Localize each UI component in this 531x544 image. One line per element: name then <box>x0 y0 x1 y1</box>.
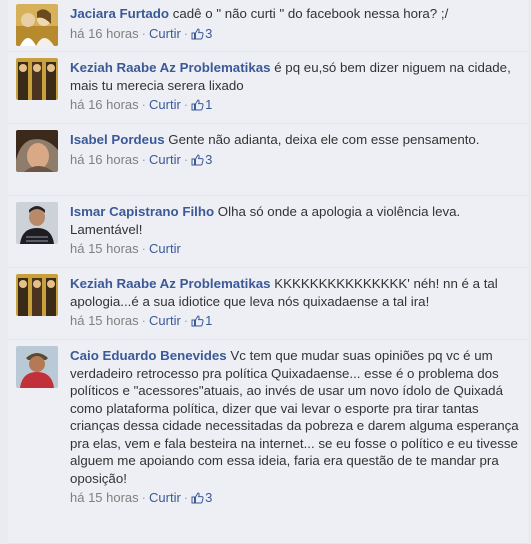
comment-author-link[interactable]: Keziah Raabe Az Problematikas <box>70 276 271 291</box>
avatar[interactable] <box>16 130 58 172</box>
user-photo-icon <box>16 58 58 100</box>
comment-timestamp[interactable]: há 16 horas <box>70 97 139 112</box>
like-link[interactable]: Curtir <box>149 26 181 41</box>
like-link[interactable]: Curtir <box>149 490 181 505</box>
comment-meta: há 15 horas · Curtir <box>70 240 520 258</box>
comment-meta: há 16 horas · Curtir · 1 <box>70 96 520 114</box>
like-link[interactable]: Curtir <box>149 152 181 167</box>
thumbs-up-icon <box>191 99 204 111</box>
avatar[interactable] <box>16 346 58 388</box>
like-count[interactable]: 3 <box>191 26 212 41</box>
comment-author-link[interactable]: Isabel Pordeus <box>70 132 165 147</box>
user-photo-icon <box>16 274 58 316</box>
comment-text: Gente não adianta, deixa ele com esse pe… <box>168 132 480 147</box>
avatar[interactable] <box>16 4 58 46</box>
user-photo-icon <box>16 4 58 46</box>
separator-dot: · <box>183 313 189 328</box>
comment-timestamp[interactable]: há 15 horas <box>70 490 139 505</box>
user-photo-icon <box>16 202 58 244</box>
user-photo-icon <box>16 130 58 172</box>
user-photo-icon <box>16 346 58 388</box>
thumbs-up-icon <box>191 153 204 165</box>
separator-dot: · <box>183 25 189 41</box>
like-count[interactable]: 1 <box>191 97 212 112</box>
comment-timestamp[interactable]: há 15 horas <box>70 313 139 328</box>
like-link[interactable]: Curtir <box>149 313 181 328</box>
comment-item: Keziah Raabe Az Problematikas é pq eu,só… <box>8 52 528 124</box>
comment-text: Vc tem que mudar suas opiniões pq vc é u… <box>70 348 519 486</box>
comment-item: Isabel Pordeus Gente não adianta, deixa … <box>8 124 528 196</box>
like-link[interactable]: Curtir <box>149 97 181 112</box>
comment-item: Keziah Raabe Az Problematikas KKKKKKKKKK… <box>8 268 528 340</box>
comment-author-link[interactable]: Ismar Capistrano Filho <box>70 204 214 219</box>
comment-meta: há 16 horas · Curtir · 3 <box>70 151 520 169</box>
comment-text: cadê o " não curti " do facebook nessa h… <box>172 6 449 21</box>
thumbs-up-icon <box>191 315 204 327</box>
comment-timestamp[interactable]: há 16 horas <box>70 152 139 167</box>
separator-dot: · <box>141 25 147 41</box>
avatar[interactable] <box>16 202 58 244</box>
like-count[interactable]: 3 <box>191 490 212 505</box>
comment-author-link[interactable]: Caio Eduardo Benevides <box>70 348 227 363</box>
separator-dot: · <box>141 151 147 167</box>
comment-timestamp[interactable]: há 15 horas <box>70 241 139 256</box>
like-count[interactable]: 1 <box>191 313 212 328</box>
avatar[interactable] <box>16 274 58 316</box>
comment-list: Jaciara Furtado cadê o " não curti " do … <box>0 0 531 544</box>
comment-item: Caio Eduardo Benevides Vc tem que mudar … <box>8 340 528 544</box>
separator-dot: · <box>183 490 189 505</box>
separator-dot: · <box>141 97 147 112</box>
comment-item: Jaciara Furtado cadê o " não curti " do … <box>8 0 528 52</box>
separator-dot: · <box>183 151 189 167</box>
comment-item: Ismar Capistrano Filho Olha só onde a ap… <box>8 196 528 268</box>
thumbs-up-icon <box>191 492 204 504</box>
comment-timestamp[interactable]: há 16 horas <box>70 26 139 41</box>
separator-dot: · <box>141 490 147 505</box>
comment-meta: há 15 horas · Curtir · 1 <box>70 312 520 330</box>
avatar[interactable] <box>16 58 58 100</box>
comment-author-link[interactable]: Keziah Raabe Az Problematikas <box>70 60 271 75</box>
separator-dot: · <box>141 313 147 328</box>
thumbs-up-icon <box>191 27 204 39</box>
like-link[interactable]: Curtir <box>149 241 181 256</box>
like-count[interactable]: 3 <box>191 152 212 167</box>
separator-dot: · <box>141 241 147 256</box>
comment-meta: há 16 horas · Curtir · 3 <box>70 25 520 43</box>
comment-author-link[interactable]: Jaciara Furtado <box>70 6 169 21</box>
comment-meta: há 15 horas · Curtir · 3 <box>70 489 520 507</box>
separator-dot: · <box>183 97 189 112</box>
